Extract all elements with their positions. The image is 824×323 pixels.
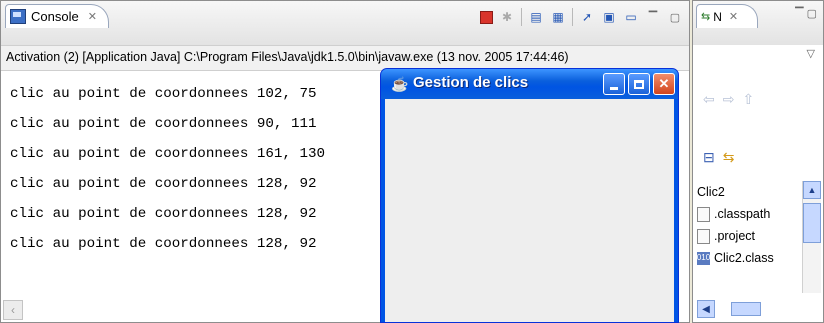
output-line: clic au point de coordonnees 128, 92 [10,206,317,222]
terminate-icon[interactable] [480,10,493,24]
toolbar-separator [521,8,522,26]
navigator-header: ⇆ N ✕ ▔ ▢ [693,1,823,45]
navigator-icon: ⇆ [701,11,711,23]
remove-launches-icon[interactable]: ✱ [499,9,515,25]
tab-console[interactable]: Console ✕ [5,4,109,28]
tab-navigator[interactable]: ⇆ N ✕ [696,4,758,28]
forward-icon[interactable]: ⇨ [723,91,735,108]
scroll-thumb[interactable] [731,302,761,316]
console-output[interactable]: clic au point de coordonnees 102, 75 cli… [10,79,325,259]
toolbar-separator [572,8,573,26]
tree-item-label: Clic2.class [714,251,774,265]
tab-console-label: Console [31,9,79,24]
swing-window: ☕ Gestion de clics ✕ [380,68,679,323]
output-line: clic au point de coordonnees 128, 92 [10,236,317,252]
minimize-maximize-icons[interactable]: ▔ ▢ [795,7,817,20]
close-icon[interactable]: ✕ [729,10,738,23]
console-header: Console ✕ ✱ ▤ ▦ ➚ ▣ ▭ ▔ ▢ [1,1,689,45]
window-titlebar[interactable]: ☕ Gestion de clics ✕ [381,69,678,99]
up-icon[interactable]: ⇧ [742,91,754,108]
tree-item[interactable]: 010 Clic2.class [697,247,801,269]
scroll-lock-icon[interactable]: ▦ [550,9,566,25]
minimize-icon [610,86,618,90]
resource-tree: Clic2 .classpath .project 010 Clic2.clas… [697,181,801,269]
back-icon[interactable]: ⇦ [703,91,715,108]
window-title: Gestion de clics [413,74,529,91]
scroll-up-icon[interactable]: ▲ [803,181,821,199]
view-menu-icon[interactable]: ▽ [807,47,815,60]
collapse-all-icon[interactable]: ⊟ [703,149,715,166]
console-toolbar: ✱ ▤ ▦ ➚ ▣ ▭ ▔ ▢ [480,6,683,28]
output-line: clic au point de coordonnees 102, 75 [10,86,317,102]
tree-item[interactable]: Clic2 [697,181,801,203]
class-file-icon: 010 [697,251,710,265]
tree-item[interactable]: .project [697,225,801,247]
open-console-icon[interactable]: ▭ [623,9,639,25]
close-icon: ✕ [658,76,670,91]
scroll-left-icon[interactable]: ◀ [697,300,715,318]
pin-console-icon[interactable]: ➚ [579,9,595,25]
tree-item-label: .project [714,229,755,243]
display-console-icon[interactable]: ▣ [601,9,617,25]
maximize-icon [634,79,644,89]
file-icon [697,228,710,244]
console-icon [10,9,26,24]
window-client-area[interactable] [385,99,674,322]
minimize-icon[interactable]: ▔ [645,9,661,25]
scroll-left-button[interactable]: ‹ [3,300,23,320]
tree-item-label: .classpath [714,207,771,221]
close-button[interactable]: ✕ [653,73,675,95]
link-with-editor-icon[interactable]: ⇆ [723,149,735,166]
tree-item-label: Clic2 [697,185,725,199]
tree-item[interactable]: .classpath [697,203,801,225]
close-icon[interactable]: ✕ [88,10,97,23]
navigator-view: ⇆ N ✕ ▔ ▢ ▽ ⇦ ⇨ ⇧ ⊟ ⇆ Clic2 .classpath .… [692,0,824,323]
clear-console-icon[interactable]: ▤ [528,9,544,25]
maximize-button[interactable] [628,73,650,95]
minimize-button[interactable] [603,73,625,95]
navigator-toolbar: ⊟ ⇆ [703,149,734,166]
vertical-scrollbar[interactable]: ▲ [802,181,821,293]
file-icon [697,206,710,222]
output-line: clic au point de coordonnees 90, 111 [10,116,317,132]
navigation-arrows: ⇦ ⇨ ⇧ [703,91,754,108]
java-icon: ☕ [391,76,409,92]
scroll-thumb[interactable] [803,203,821,243]
tab-navigator-label: N [713,9,722,24]
maximize-icon[interactable]: ▢ [667,9,683,25]
output-line: clic au point de coordonnees 161, 130 [10,146,326,162]
output-line: clic au point de coordonnees 128, 92 [10,176,317,192]
horizontal-scrollbar[interactable]: ◀ [697,300,801,318]
